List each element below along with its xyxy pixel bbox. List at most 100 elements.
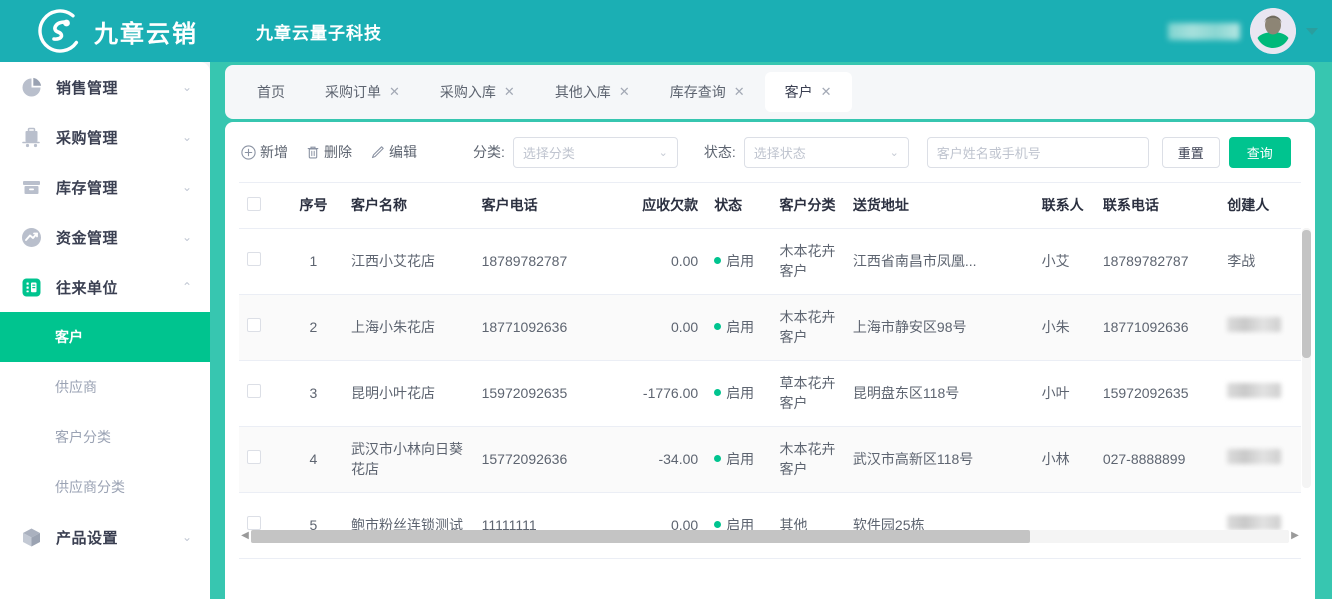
- cell-contact: 小朱: [1033, 294, 1095, 361]
- sidebar-subitem-customers[interactable]: 客户: [0, 312, 210, 362]
- chevron-down-icon[interactable]: ⌄: [182, 81, 192, 93]
- brand-block[interactable]: 九章云销: [38, 9, 198, 53]
- cell-address-text: 上海市静安区98号: [852, 318, 967, 335]
- row-checkbox[interactable]: [247, 449, 261, 464]
- column-header-creator[interactable]: 创建人: [1219, 183, 1301, 229]
- add-button-label: 新增: [260, 144, 288, 160]
- cell-phone: 11111111: [473, 492, 599, 559]
- cell-category: 木本花卉客户: [771, 294, 845, 361]
- sidebar-item-purchasing[interactable]: 采购管理 ⌄: [0, 112, 210, 162]
- search-input[interactable]: 客户姓名或手机号: [926, 136, 1149, 168]
- cell-debt: 0.00: [598, 228, 707, 295]
- sidebar-item-finance[interactable]: 资金管理 ⌄: [0, 212, 210, 262]
- add-button[interactable]: 新增: [241, 142, 288, 162]
- category-filter-label: 分类:: [473, 144, 505, 160]
- table-horizontal-scrollbar-thumb[interactable]: [251, 529, 1030, 543]
- sidebar-item-contacts[interactable]: 往来单位 ⌃: [0, 262, 210, 312]
- sidebar-item-label: 采购管理: [56, 129, 119, 147]
- column-header-phone[interactable]: 客户电话: [473, 183, 599, 229]
- table-row[interactable]: 2 上海小朱花店 18771092636 0.00 启用 木本花卉客户 上海市静…: [239, 294, 1301, 361]
- cell-debt: -1776.00: [598, 360, 707, 427]
- column-header-contact[interactable]: 联系人: [1033, 183, 1095, 229]
- cell-phone: 18771092636: [473, 294, 599, 361]
- edit-button[interactable]: 编辑: [370, 142, 417, 162]
- close-icon[interactable]: ✕: [389, 84, 400, 100]
- delete-button[interactable]: 删除: [306, 142, 352, 162]
- cell-contact-phone: 15972092635: [1094, 360, 1220, 427]
- tab-home[interactable]: 首页: [237, 72, 305, 112]
- table-row[interactable]: 3 昆明小叶花店 15972092635 -1776.00 启用 草本花卉客户 …: [239, 360, 1301, 427]
- cell-creator: [1219, 360, 1301, 427]
- cell-name: 鲍市粉丝连锁测试: [343, 492, 474, 559]
- cell-debt: 0.00: [598, 492, 707, 559]
- status-dot-icon: [714, 323, 722, 331]
- sidebar-item-sales[interactable]: 销售管理 ⌄: [0, 62, 210, 112]
- column-header-index[interactable]: 序号: [283, 183, 344, 229]
- table-row[interactable]: 1 江西小艾花店 18789782787 0.00 启用 木本花卉客户 江西省南…: [239, 228, 1301, 295]
- customer-table: 序号 客户名称 客户电话 应收欠款 状态 客户分类 送货地址 联系人 联系电话 …: [239, 183, 1301, 559]
- category-select[interactable]: 选择分类 ⌄: [512, 136, 678, 168]
- sidebar-subitem-supplier-categories[interactable]: 供应商分类: [0, 462, 210, 512]
- chevron-down-icon: ⌄: [658, 146, 668, 159]
- column-header-category[interactable]: 客户分类: [771, 183, 845, 229]
- row-checkbox[interactable]: [247, 251, 261, 266]
- sidebar-item-label: 销售管理: [56, 79, 119, 97]
- tab-purchase-order[interactable]: 采购订单 ✕: [305, 72, 420, 112]
- status-dot-icon: [714, 389, 722, 397]
- tab-customers[interactable]: 客户 ✕: [764, 72, 852, 112]
- cell-status: 启用: [706, 228, 772, 295]
- chevron-down-icon[interactable]: [1306, 27, 1318, 35]
- table-row[interactable]: 5 鲍市粉丝连锁测试 11111111 0.00 启用 其他 软件园25栋: [239, 492, 1301, 559]
- table-horizontal-scrollbar[interactable]: ◀ ▶: [239, 528, 1301, 544]
- chevron-up-icon[interactable]: ⌃: [182, 281, 192, 293]
- column-header-contact-phone[interactable]: 联系电话: [1094, 183, 1220, 229]
- sidebar-item-label: 库存管理: [56, 179, 119, 197]
- status-select[interactable]: 选择状态 ⌄: [743, 136, 909, 168]
- sidebar-item-product-settings[interactable]: 产品设置 ⌄: [0, 512, 210, 562]
- user-menu[interactable]: [1168, 8, 1318, 54]
- query-button[interactable]: 查询: [1228, 136, 1291, 168]
- sidebar-item-inventory[interactable]: 库存管理 ⌄: [0, 162, 210, 212]
- cell-name: 昆明小叶花店: [343, 360, 474, 427]
- tab-inventory-query[interactable]: 库存查询 ✕: [650, 72, 765, 112]
- cell-contact-phone: [1094, 492, 1220, 559]
- chevron-down-icon[interactable]: ⌄: [182, 181, 192, 193]
- tab-purchase-inbound[interactable]: 采购入库 ✕: [420, 72, 535, 112]
- user-avatar-icon[interactable]: [1250, 8, 1296, 54]
- reset-button[interactable]: 重置: [1161, 136, 1220, 168]
- column-header-name[interactable]: 客户名称: [343, 183, 474, 229]
- select-all-checkbox[interactable]: [247, 196, 261, 211]
- close-icon[interactable]: ✕: [619, 84, 630, 100]
- close-icon[interactable]: ✕: [734, 84, 745, 100]
- cell-index: 1: [283, 228, 344, 295]
- chevron-down-icon[interactable]: ⌄: [182, 231, 192, 243]
- scroll-left-icon[interactable]: ◀: [239, 531, 251, 541]
- close-icon[interactable]: ✕: [821, 84, 832, 100]
- column-header-debt[interactable]: 应收欠款: [598, 183, 707, 229]
- sidebar-subitem-label: 客户: [55, 329, 83, 345]
- user-name-redacted: [1168, 22, 1240, 40]
- sidebar-subitem-suppliers[interactable]: 供应商: [0, 362, 210, 412]
- row-checkbox[interactable]: [247, 383, 261, 398]
- close-icon[interactable]: ✕: [504, 84, 515, 100]
- scroll-right-icon[interactable]: ▶: [1289, 531, 1301, 541]
- chevron-down-icon[interactable]: ⌄: [182, 531, 192, 543]
- sidebar-subitem-label: 客户分类: [55, 429, 111, 445]
- contacts-building-icon: [20, 276, 42, 298]
- table-row[interactable]: 4 武汉市小林向日葵花店 15772092636 -34.00 启用 木本花卉客…: [239, 426, 1301, 493]
- column-header-status[interactable]: 状态: [706, 183, 772, 229]
- table-body: 1 江西小艾花店 18789782787 0.00 启用 木本花卉客户 江西省南…: [239, 228, 1301, 559]
- table-vertical-scrollbar-thumb[interactable]: [1302, 230, 1311, 358]
- cell-creator: [1219, 492, 1301, 559]
- plus-circle-icon: [241, 144, 256, 160]
- column-header-address[interactable]: 送货地址: [844, 183, 1034, 229]
- cell-phone: 18789782787: [473, 228, 599, 295]
- chevron-down-icon[interactable]: ⌄: [182, 131, 192, 143]
- table-vertical-scrollbar[interactable]: [1302, 228, 1311, 488]
- row-checkbox[interactable]: [247, 317, 261, 332]
- status-filter-label: 状态:: [703, 144, 736, 160]
- table-horizontal-scrollbar-track[interactable]: [251, 529, 1289, 543]
- sidebar-subitem-customer-categories[interactable]: 客户分类: [0, 412, 210, 462]
- tab-other-inbound[interactable]: 其他入库 ✕: [535, 72, 650, 112]
- status-badge: 启用: [726, 384, 755, 401]
